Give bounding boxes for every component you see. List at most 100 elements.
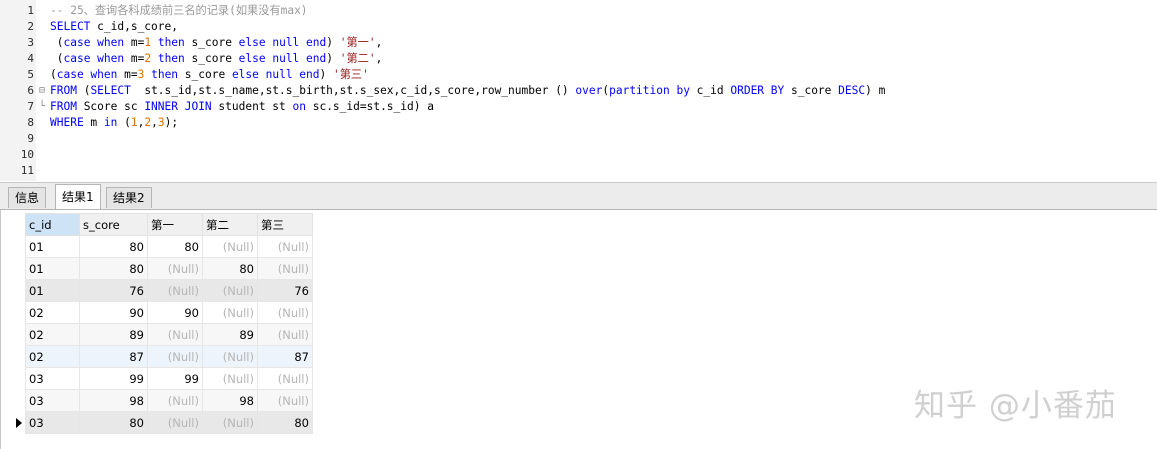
- code-token: case when: [56, 68, 118, 81]
- table-cell[interactable]: 80: [79, 411, 148, 434]
- table-cell[interactable]: (Null): [147, 323, 203, 346]
- table-cell[interactable]: (Null): [257, 235, 313, 258]
- column-header-c-id[interactable]: c_id: [25, 213, 80, 236]
- line-number: 7: [27, 100, 34, 113]
- table-cell[interactable]: 02: [25, 345, 80, 368]
- code-token: st.s_id,st.s_name,st.s_birth,st.s_sex,c_…: [130, 84, 576, 97]
- result-grid: c_id s_core 第一 第二 第三 01 80 80 (Null) (Null) 0…: [25, 213, 313, 434]
- column-header-second[interactable]: 第二: [202, 213, 258, 236]
- line-number: 3: [27, 36, 34, 49]
- table-row[interactable]: 02 90 90 (Null) (Null): [25, 301, 313, 324]
- table-cell[interactable]: 76: [79, 279, 148, 302]
- code-token: SELECT: [50, 20, 91, 33]
- table-cell[interactable]: 98: [202, 389, 258, 412]
- code-token: (: [50, 36, 64, 49]
- column-header-s-core[interactable]: s_core: [79, 213, 148, 236]
- table-cell[interactable]: 80: [79, 257, 148, 280]
- result-tab-bar: 信息 结果1 结果2: [0, 183, 1157, 210]
- table-cell[interactable]: (Null): [147, 257, 203, 280]
- code-token: FROM: [50, 84, 77, 97]
- code-token: s_core: [184, 36, 239, 49]
- table-cell[interactable]: 02: [25, 301, 80, 324]
- code-text: (case when m=1 then s_core else null end…: [50, 35, 383, 51]
- table-cell[interactable]: 80: [202, 257, 258, 280]
- code-text: WHERE m in (1,2,3);: [50, 115, 178, 131]
- code-token: ,: [151, 116, 158, 129]
- code-text: -- 25、查询各科成绩前三名的记录(如果没有max): [50, 3, 308, 19]
- code-token: (: [50, 52, 64, 65]
- column-header-third[interactable]: 第三: [257, 213, 313, 236]
- code-token: '第三': [332, 68, 369, 81]
- code-token: WHERE: [50, 116, 84, 129]
- table-row[interactable]: 01 76 (Null) (Null) 76: [25, 279, 313, 302]
- code-token: 3: [157, 116, 165, 129]
- table-cell[interactable]: (Null): [202, 367, 258, 390]
- table-cell[interactable]: (Null): [202, 345, 258, 368]
- table-cell[interactable]: (Null): [147, 411, 203, 434]
- table-cell[interactable]: (Null): [147, 279, 203, 302]
- column-header-first[interactable]: 第一: [147, 213, 203, 236]
- table-cell[interactable]: 80: [79, 235, 148, 258]
- code-token: (: [50, 68, 57, 81]
- line-number: 8: [27, 116, 34, 129]
- table-cell[interactable]: (Null): [202, 301, 258, 324]
- table-cell[interactable]: 76: [257, 279, 313, 302]
- code-token: in: [103, 116, 118, 129]
- code-token: m=: [124, 52, 145, 65]
- code-token: -- 25、查询各科成绩前三名的记录(如果没有max): [50, 4, 308, 17]
- code-text: (case when m=2 then s_core else null end…: [50, 51, 383, 67]
- table-cell[interactable]: (Null): [147, 345, 203, 368]
- table-cell[interactable]: (Null): [257, 301, 313, 324]
- table-cell[interactable]: 01: [25, 279, 80, 302]
- table-cell[interactable]: (Null): [257, 367, 313, 390]
- code-token: INNER JOIN: [144, 100, 212, 113]
- table-cell[interactable]: 99: [147, 367, 203, 390]
- table-cell[interactable]: 80: [257, 411, 313, 434]
- table-cell[interactable]: 89: [202, 323, 258, 346]
- code-token: over: [575, 84, 603, 97]
- code-token: partition by: [609, 84, 690, 97]
- table-row[interactable]: 03 80 (Null) (Null) 80: [25, 411, 313, 434]
- table-row[interactable]: 03 99 99 (Null) (Null): [25, 367, 313, 390]
- tab-result-1[interactable]: 结果1: [55, 184, 101, 209]
- table-cell[interactable]: (Null): [202, 279, 258, 302]
- code-token: ) m: [865, 84, 886, 97]
- table-cell[interactable]: 90: [79, 301, 148, 324]
- table-cell[interactable]: 03: [25, 389, 80, 412]
- table-cell[interactable]: (Null): [257, 257, 313, 280]
- sql-editor[interactable]: 1 -- 25、查询各科成绩前三名的记录(如果没有max) 2 SELECT c_id…: [0, 0, 1157, 183]
- code-token: ): [326, 36, 340, 49]
- table-row[interactable]: 02 89 (Null) 89 (Null): [25, 323, 313, 346]
- code-text: FROM Score sc INNER JOIN student st on s…: [50, 99, 434, 115]
- table-row[interactable]: 01 80 (Null) 80 (Null): [25, 257, 313, 280]
- table-cell[interactable]: 01: [25, 235, 80, 258]
- table-row[interactable]: 03 98 (Null) 98 (Null): [25, 389, 313, 412]
- table-cell[interactable]: (Null): [257, 323, 313, 346]
- table-cell[interactable]: 03: [25, 367, 80, 390]
- table-cell[interactable]: (Null): [202, 235, 258, 258]
- table-cell[interactable]: 87: [79, 345, 148, 368]
- table-cell[interactable]: 80: [147, 235, 203, 258]
- table-cell[interactable]: 89: [79, 323, 148, 346]
- table-cell[interactable]: (Null): [257, 389, 313, 412]
- table-cell[interactable]: 98: [79, 389, 148, 412]
- fold-end-icon: └: [39, 101, 46, 112]
- table-cell[interactable]: (Null): [147, 389, 203, 412]
- table-cell[interactable]: (Null): [202, 411, 258, 434]
- table-cell[interactable]: 01: [25, 257, 80, 280]
- table-cell[interactable]: 87: [257, 345, 313, 368]
- table-cell[interactable]: 02: [25, 323, 80, 346]
- fold-collapse-icon[interactable]: ⊟: [39, 83, 45, 99]
- table-cell[interactable]: 99: [79, 367, 148, 390]
- code-token: sc.s_id=st.s_id) a: [305, 100, 434, 113]
- line-number: 4: [27, 52, 34, 65]
- table-cell[interactable]: 90: [147, 301, 203, 324]
- line-number: 10: [20, 148, 34, 161]
- tab-info[interactable]: 信息: [8, 187, 47, 208]
- table-cell[interactable]: 03: [25, 411, 80, 434]
- code-token: m=: [117, 68, 138, 81]
- code-token: (: [76, 84, 91, 97]
- tab-result-2[interactable]: 结果2: [106, 187, 152, 208]
- table-row[interactable]: 02 87 (Null) (Null) 87: [25, 345, 313, 368]
- table-row[interactable]: 01 80 80 (Null) (Null): [25, 235, 313, 258]
